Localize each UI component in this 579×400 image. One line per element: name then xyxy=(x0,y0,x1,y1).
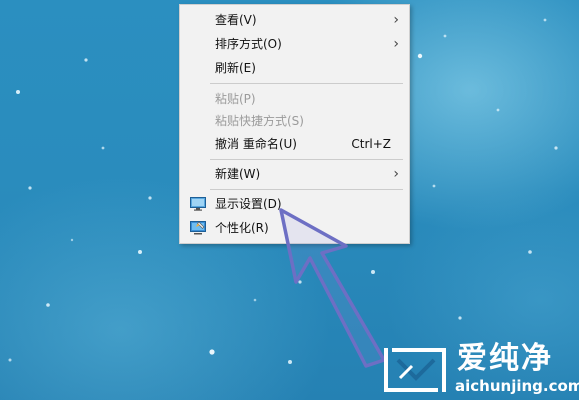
menu-item-sort-by[interactable]: 排序方式(O) › xyxy=(180,32,409,56)
menu-separator xyxy=(210,159,403,160)
menu-item-paste-shortcut[interactable]: 粘贴快捷方式(S) xyxy=(180,109,409,133)
menu-item-paste-label: 粘贴(P) xyxy=(215,92,256,106)
watermark-url: aichunjing.com xyxy=(455,377,579,395)
menu-item-refresh-label: 刷新(E) xyxy=(215,61,256,75)
menu-item-undo-rename[interactable]: 撤消 重命名(U) Ctrl+Z xyxy=(180,132,409,156)
menu-item-display-settings-label: 显示设置(D) xyxy=(215,197,282,211)
submenu-chevron-icon: › xyxy=(393,12,399,28)
watermark-title: 爱纯净 xyxy=(457,341,553,376)
menu-item-sort-by-label: 排序方式(O) xyxy=(215,37,282,51)
submenu-chevron-icon: › xyxy=(393,166,399,182)
logo-mark-icon xyxy=(384,348,446,392)
menu-item-view-label: 查看(V) xyxy=(215,13,257,27)
menu-item-personalize[interactable]: 个性化(R) xyxy=(180,216,409,240)
submenu-chevron-icon: › xyxy=(393,36,399,52)
menu-item-view[interactable]: 查看(V) › xyxy=(180,8,409,32)
personalize-icon xyxy=(190,221,206,235)
watermark-logo: 爱纯净 aichunjing.com xyxy=(377,340,579,400)
menu-item-paste-shortcut-label: 粘贴快捷方式(S) xyxy=(215,114,304,128)
display-settings-icon xyxy=(190,197,206,211)
desktop-context-menu: 查看(V) › 排序方式(O) › 刷新(E) 粘贴(P) 粘贴快捷方式(S) … xyxy=(179,4,410,244)
menu-item-personalize-label: 个性化(R) xyxy=(215,221,269,235)
menu-item-paste[interactable]: 粘贴(P) xyxy=(180,87,409,111)
menu-item-display-settings[interactable]: 显示设置(D) xyxy=(180,192,409,216)
menu-item-undo-rename-label: 撤消 重命名(U) xyxy=(215,137,297,151)
menu-separator xyxy=(210,189,403,190)
menu-item-new-label: 新建(W) xyxy=(215,167,261,181)
menu-item-new[interactable]: 新建(W) › xyxy=(180,162,409,186)
menu-item-undo-rename-shortcut: Ctrl+Z xyxy=(351,137,391,151)
menu-separator xyxy=(210,83,403,84)
menu-item-refresh[interactable]: 刷新(E) xyxy=(180,56,409,80)
